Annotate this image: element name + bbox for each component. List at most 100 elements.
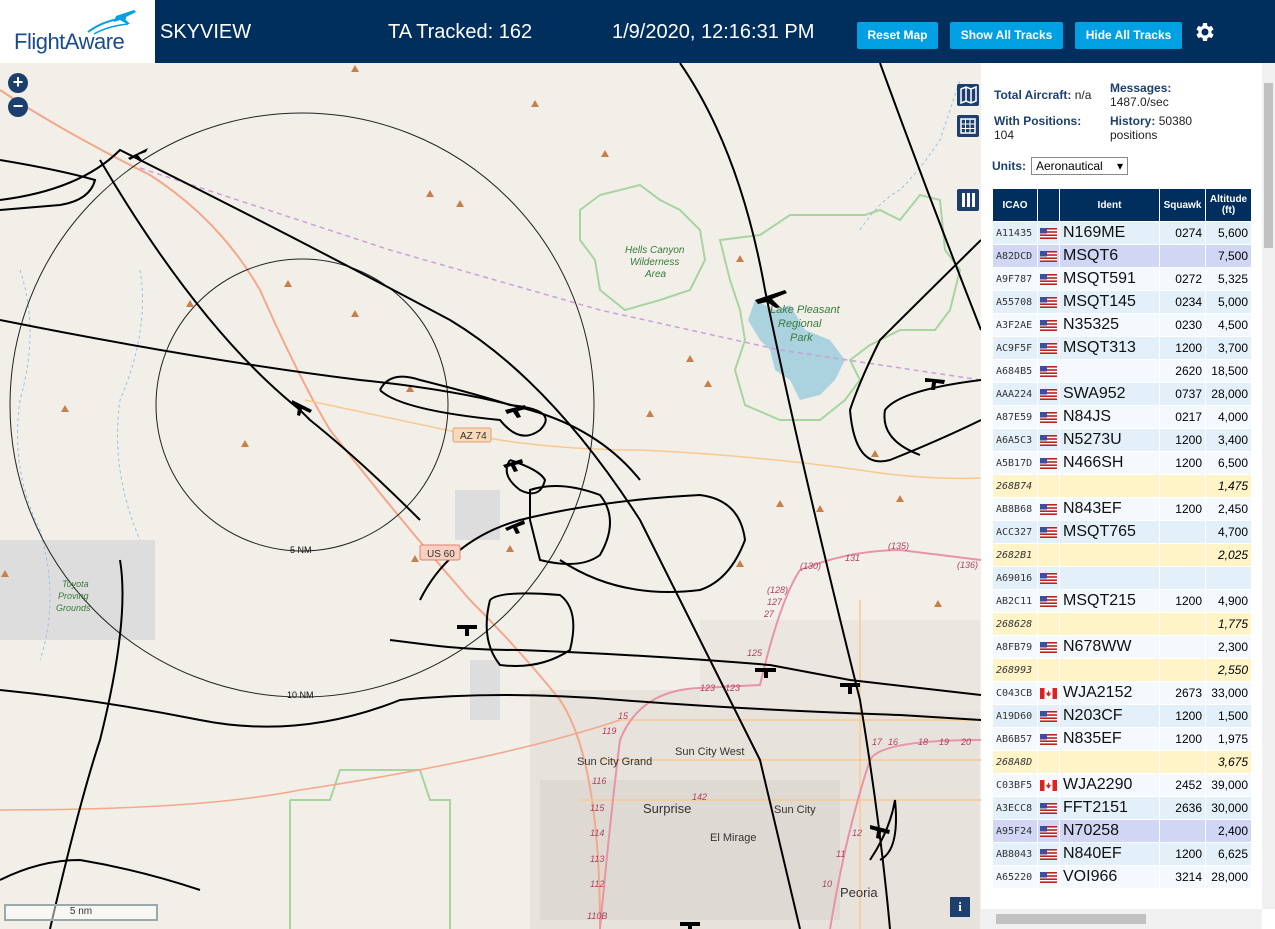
show-all-tracks-button[interactable]: Show All Tracks: [950, 22, 1063, 49]
aircraft-row[interactable]: A87E59 N84JS 0217 4,000: [993, 406, 1251, 428]
aircraft-row[interactable]: 268628 1,775: [993, 613, 1251, 635]
map-canvas[interactable]: Hells Canyon Wilderness Area Lake Pleasa…: [0, 63, 981, 929]
lake-pleasant-label: Lake Pleasant: [770, 304, 841, 316]
icao-cell: 268993: [993, 659, 1037, 681]
altitude-cell: 4,700: [1206, 521, 1251, 543]
svg-text:11: 11: [836, 849, 845, 859]
flag-cell: [1038, 728, 1059, 750]
aircraft-row[interactable]: AC9F5F MSQT313 1200 3,700: [993, 337, 1251, 359]
icao-cell: A95F24: [993, 820, 1037, 842]
icao-cell: AAA224: [993, 383, 1037, 405]
col-altitude[interactable]: Altitude (ft): [1206, 189, 1251, 221]
svg-text:112: 112: [590, 879, 604, 889]
us-flag-icon: [1040, 412, 1057, 424]
flag-cell: [1038, 797, 1059, 819]
squawk-cell: 0234: [1160, 291, 1205, 313]
vertical-scrollbar[interactable]: [1262, 63, 1275, 909]
us-flag-icon: [1040, 320, 1057, 332]
aircraft-row[interactable]: A3ECC8 FFT2151 2636 30,000: [993, 797, 1251, 819]
squawk-cell: 0272: [1160, 268, 1205, 290]
zoom-out-button[interactable]: −: [8, 97, 28, 117]
aircraft-row[interactable]: A95F24 N70258 2,400: [993, 820, 1251, 842]
aircraft-row[interactable]: A19D60 N203CF 1200 1,500: [993, 705, 1251, 727]
aircraft-row[interactable]: AB8B68 N843EF 1200 2,450: [993, 498, 1251, 520]
aircraft-row[interactable]: A82DCD MSQT6 7,500: [993, 245, 1251, 267]
icao-cell: 2682B1: [993, 544, 1037, 566]
us-flag-icon: [1040, 389, 1057, 401]
flag-cell: [1038, 866, 1059, 888]
altitude-cell: 5,600: [1206, 222, 1251, 244]
aircraft-row[interactable]: AB8043 N840EF 1200 6,625: [993, 843, 1251, 865]
aircraft-icon: [457, 625, 477, 636]
range-labels: 5 NM 10 NM: [287, 545, 314, 700]
flag-cell: [1038, 521, 1059, 543]
svg-text:Park: Park: [790, 332, 813, 344]
ident-cell: [1060, 659, 1159, 681]
svg-text:(135): (135): [888, 541, 909, 551]
svg-text:110B: 110B: [587, 911, 607, 921]
aircraft-row[interactable]: 268B74 1,475: [993, 475, 1251, 497]
us-flag-icon: [1040, 274, 1057, 286]
aircraft-row[interactable]: A8FB79 N678WW 2,300: [993, 636, 1251, 658]
horizontal-scrollbar[interactable]: [981, 909, 1262, 929]
us-flag-icon: [1040, 366, 1057, 378]
ident-cell: FFT2151: [1060, 797, 1159, 819]
columns-toggle-icon[interactable]: [957, 189, 979, 211]
aircraft-row[interactable]: 268993 2,550: [993, 659, 1251, 681]
aircraft-row[interactable]: AB6B57 N835EF 1200 1,975: [993, 728, 1251, 750]
info-button[interactable]: i: [950, 897, 970, 917]
aircraft-row[interactable]: 2682B1 2,025: [993, 544, 1251, 566]
aircraft-row[interactable]: A11435 N169ME 0274 5,600: [993, 222, 1251, 244]
col-icao[interactable]: ICAO: [993, 189, 1037, 221]
map-layers-icon[interactable]: [957, 84, 979, 106]
units-select[interactable]: Aeronautical ▾: [1031, 157, 1128, 175]
scroll-thumb[interactable]: [996, 914, 1146, 924]
svg-text:115: 115: [590, 803, 605, 813]
ident-cell: [1060, 613, 1159, 635]
scroll-thumb[interactable]: [1264, 83, 1273, 248]
ident-cell: N835EF: [1060, 728, 1159, 750]
aircraft-row[interactable]: C03BF5 WJA2290 2452 39,000: [993, 774, 1251, 796]
altitude-cell: 5,000: [1206, 291, 1251, 313]
ident-cell: VOI966: [1060, 866, 1159, 888]
flag-cell: [1038, 406, 1059, 428]
city-label: Surprise: [643, 801, 691, 816]
city-label: Sun City West: [675, 746, 745, 758]
ident-cell: MSQT215: [1060, 590, 1159, 612]
aircraft-row[interactable]: A6A5C3 N5273U 1200 3,400: [993, 429, 1251, 451]
aircraft-row[interactable]: 268A8D 3,675: [993, 751, 1251, 773]
aircraft-row[interactable]: C043CB WJA2152 2673 33,000: [993, 682, 1251, 704]
hide-all-tracks-button[interactable]: Hide All Tracks: [1075, 22, 1182, 49]
aircraft-row[interactable]: A69016: [993, 567, 1251, 589]
aircraft-row[interactable]: A9F787 MSQT591 0272 5,325: [993, 268, 1251, 290]
icao-cell: AB8B68: [993, 498, 1037, 520]
map-view[interactable]: Hells Canyon Wilderness Area Lake Pleasa…: [0, 63, 981, 929]
squawk-cell: [1160, 475, 1205, 497]
reset-map-button[interactable]: Reset Map: [857, 22, 938, 49]
aircraft-row[interactable]: AAA224 SWA952 0737 28,000: [993, 383, 1251, 405]
flag-cell: [1038, 820, 1059, 842]
city-label: Sun City: [774, 804, 816, 816]
grid-toggle-icon[interactable]: [957, 115, 979, 137]
aircraft-row[interactable]: ACC327 MSQT765 4,700: [993, 521, 1251, 543]
aircraft-row[interactable]: A684B5 2620 18,500: [993, 360, 1251, 382]
urban-area: [470, 660, 500, 720]
aircraft-row[interactable]: AB2C11 MSQT215 1200 4,900: [993, 590, 1251, 612]
aircraft-row[interactable]: A5B17D N466SH 1200 6,500: [993, 452, 1251, 474]
ident-cell: [1060, 751, 1159, 773]
icao-cell: AB6B57: [993, 728, 1037, 750]
svg-text:123: 123: [700, 683, 715, 693]
col-flag[interactable]: [1038, 189, 1059, 221]
col-ident[interactable]: Ident: [1060, 189, 1159, 221]
svg-text:Wilderness: Wilderness: [630, 257, 679, 268]
zoom-in-button[interactable]: +: [8, 73, 28, 93]
gear-icon[interactable]: [1192, 20, 1216, 44]
col-squawk[interactable]: Squawk: [1160, 189, 1205, 221]
aircraft-row[interactable]: A65220 VOI966 3214 28,000: [993, 866, 1251, 888]
toyota-label: Toyota: [62, 579, 89, 589]
ident-cell: [1060, 544, 1159, 566]
aircraft-row[interactable]: A3F2AE N35325 0230 4,500: [993, 314, 1251, 336]
aircraft-row[interactable]: A55708 MSQT145 0234 5,000: [993, 291, 1251, 313]
flag-cell: [1038, 682, 1059, 704]
flag-cell: [1038, 613, 1059, 635]
